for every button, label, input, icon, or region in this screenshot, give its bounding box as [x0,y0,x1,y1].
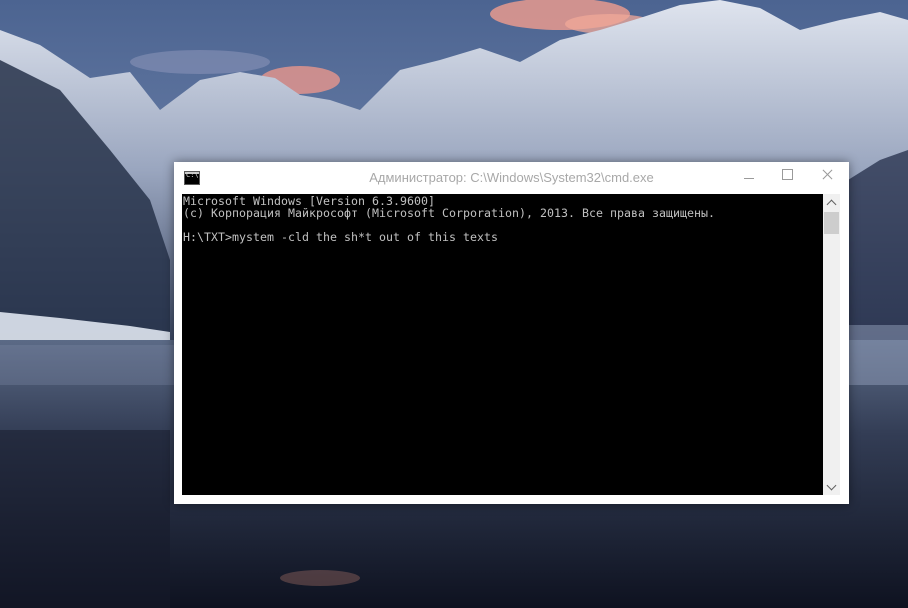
title-bar[interactable]: C:\ Администратор: C:\Windows\System32\c… [174,162,849,194]
maximize-icon [781,168,793,180]
cmd-icon[interactable]: C:\ [184,171,200,185]
chevron-down-icon [826,480,837,490]
close-icon [822,169,833,180]
vertical-scrollbar[interactable] [823,194,840,495]
chevron-up-icon [826,199,837,210]
minimize-button[interactable] [729,162,769,186]
console-line-copyright: (c) Корпорация Майкрософт (Microsoft Cor… [183,206,716,220]
cmd-icon-prompt: C:\ [186,171,199,179]
scroll-up-button[interactable] [823,194,840,211]
scroll-thumb[interactable] [824,212,839,234]
cmd-window[interactable]: C:\ Администратор: C:\Windows\System32\c… [174,162,849,504]
console-line-command: H:\TXT>mystem -cld the sh*t out of this … [183,230,499,244]
scroll-down-button[interactable] [823,478,840,495]
minimize-icon [744,177,754,179]
maximize-button[interactable] [767,162,807,186]
desktop: C:\ Администратор: C:\Windows\System32\c… [0,0,908,608]
console-output[interactable]: Microsoft Windows [Version 6.3.9600] (c)… [182,194,823,495]
close-button[interactable] [807,162,847,186]
